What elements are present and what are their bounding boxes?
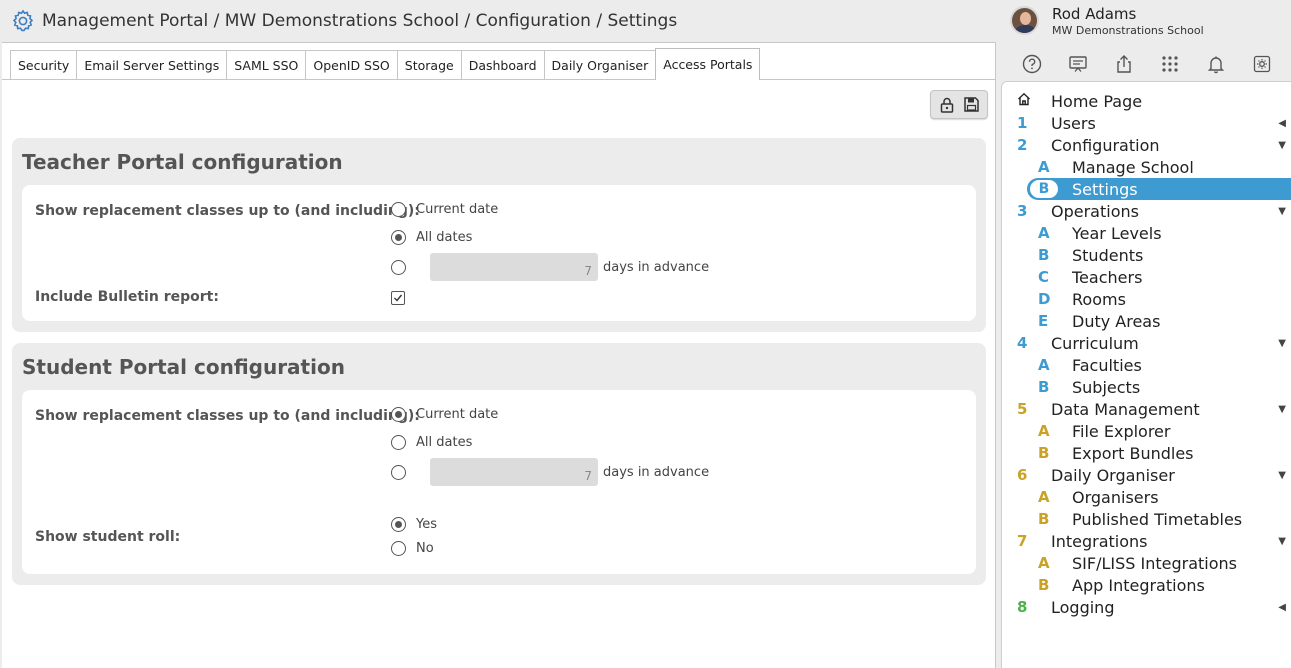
sidebar-item-manage-school[interactable]: A Manage School bbox=[1002, 156, 1291, 178]
tab-saml-sso[interactable]: SAML SSO bbox=[226, 50, 307, 80]
tab-divider bbox=[2, 79, 995, 80]
tab-storage[interactable]: Storage bbox=[396, 50, 462, 80]
user-school: MW Demonstrations School bbox=[1052, 24, 1204, 37]
teacher-radio-current-date[interactable] bbox=[391, 202, 406, 217]
student-option-current-label: Current date bbox=[416, 407, 499, 422]
bulletin-label: Include Bulletin report: bbox=[35, 289, 219, 305]
sidebar-item-data-management[interactable]: 5 Data Management ▼ bbox=[1002, 398, 1291, 420]
student-days-suffix: days in advance bbox=[603, 464, 710, 480]
teacher-radio-all-dates[interactable] bbox=[391, 230, 406, 245]
chevron-left-icon: ◀ bbox=[1278, 601, 1286, 613]
sidebar-item-students[interactable]: B Students bbox=[1002, 244, 1291, 266]
sidebar-item-integrations[interactable]: 7 Integrations ▼ bbox=[1002, 530, 1291, 552]
sidebar-item-subjects[interactable]: B Subjects bbox=[1002, 376, 1291, 398]
student-portal-form: Show replacement classes up to (and incl… bbox=[22, 390, 976, 574]
teacher-option-all-dates: All dates bbox=[391, 230, 472, 245]
sidebar-item-logging[interactable]: 8 Logging ◀ bbox=[1002, 596, 1291, 618]
header-bar: Management Portal / MW Demonstrations Sc… bbox=[0, 0, 996, 42]
chevron-down-icon: ▼ bbox=[1278, 469, 1286, 481]
sidebar-item-settings[interactable]: B Settings bbox=[1027, 178, 1291, 200]
sidebar-item-faculties[interactable]: A Faculties bbox=[1002, 354, 1291, 376]
student-radio-days[interactable] bbox=[391, 464, 406, 480]
tab-openid-sso[interactable]: OpenID SSO bbox=[305, 50, 398, 80]
sidebar-nav: Home Page 1 Users ◀ 2 Configuration ▼ A … bbox=[1001, 81, 1291, 668]
student-roll-label: Show student roll: bbox=[35, 529, 181, 545]
student-radio-all-dates[interactable] bbox=[391, 435, 406, 450]
teacher-option-days: days in advance bbox=[391, 253, 709, 281]
sidebar-item-curriculum[interactable]: 4 Curriculum ▼ bbox=[1002, 332, 1291, 354]
teacher-days-input[interactable] bbox=[430, 253, 598, 281]
home-icon bbox=[1017, 92, 1037, 110]
tab-email-server-settings[interactable]: Email Server Settings bbox=[76, 50, 228, 80]
student-replacement-label: Show replacement classes up to (and incl… bbox=[35, 408, 420, 424]
bulletin-checkbox[interactable] bbox=[391, 291, 405, 305]
sidebar-item-file-explorer[interactable]: A File Explorer bbox=[1002, 420, 1291, 442]
student-portal-title: Student Portal configuration bbox=[22, 355, 345, 379]
chevron-left-icon: ◀ bbox=[1278, 117, 1286, 129]
tab-bar: Security Email Server Settings SAML SSO … bbox=[10, 48, 761, 80]
sidebar-item-users[interactable]: 1 Users ◀ bbox=[1002, 112, 1291, 134]
tab-dashboard[interactable]: Dashboard bbox=[460, 50, 545, 80]
lock-icon[interactable] bbox=[938, 96, 956, 114]
student-option-all-label: All dates bbox=[416, 435, 473, 450]
sidebar-item-sif-liss-integrations[interactable]: A SIF/LISS Integrations bbox=[1002, 552, 1291, 574]
chevron-down-icon: ▼ bbox=[1278, 403, 1286, 415]
save-icon[interactable] bbox=[962, 96, 980, 114]
gear-icon bbox=[10, 8, 36, 34]
settings-icon[interactable] bbox=[1239, 52, 1285, 76]
teacher-days-suffix: days in advance bbox=[603, 259, 710, 275]
save-toolbar bbox=[930, 90, 988, 119]
avatar bbox=[1010, 6, 1039, 35]
sidebar-item-export-bundles[interactable]: B Export Bundles bbox=[1002, 442, 1291, 464]
student-roll-radio-yes[interactable] bbox=[391, 517, 406, 532]
teacher-replacement-label: Show replacement classes up to (and incl… bbox=[35, 203, 420, 219]
main-panel: Security Email Server Settings SAML SSO … bbox=[2, 42, 996, 668]
sidebar-item-duty-areas[interactable]: E Duty Areas bbox=[1002, 310, 1291, 332]
sidebar-item-app-integrations[interactable]: B App Integrations bbox=[1002, 574, 1291, 596]
user-info[interactable]: Rod Adams MW Demonstrations School bbox=[1010, 6, 1204, 37]
student-portal-section: Student Portal configuration Show replac… bbox=[12, 343, 986, 585]
sidebar-item-organisers[interactable]: A Organisers bbox=[1002, 486, 1291, 508]
student-roll-yes-label: Yes bbox=[416, 517, 437, 532]
share-icon[interactable] bbox=[1101, 52, 1147, 76]
page-title: Management Portal / MW Demonstrations Sc… bbox=[42, 11, 678, 31]
student-radio-current-date[interactable] bbox=[391, 407, 406, 422]
presentation-icon[interactable] bbox=[1055, 52, 1101, 76]
tab-security[interactable]: Security bbox=[10, 50, 78, 80]
sidebar-item-published-timetables[interactable]: B Published Timetables bbox=[1002, 508, 1291, 530]
sidebar-item-home-page[interactable]: Home Page bbox=[1002, 90, 1291, 112]
student-roll-radio-no[interactable] bbox=[391, 541, 406, 556]
sidebar-item-daily-organiser[interactable]: 6 Daily Organiser ▼ bbox=[1002, 464, 1291, 486]
teacher-option-all-label: All dates bbox=[416, 230, 473, 245]
chevron-down-icon: ▼ bbox=[1278, 139, 1286, 151]
student-roll-yes: Yes bbox=[391, 517, 437, 532]
teacher-portal-title: Teacher Portal configuration bbox=[22, 150, 343, 174]
apps-grid-icon[interactable] bbox=[1147, 52, 1193, 76]
sidebar-item-rooms[interactable]: D Rooms bbox=[1002, 288, 1291, 310]
student-days-input[interactable] bbox=[430, 458, 598, 486]
teacher-option-current-date: Current date bbox=[391, 202, 498, 217]
icon-toolbar bbox=[1009, 52, 1291, 76]
chevron-down-icon: ▼ bbox=[1278, 337, 1286, 349]
student-option-current-date: Current date bbox=[391, 407, 498, 422]
teacher-radio-days[interactable] bbox=[391, 259, 406, 275]
tab-daily-organiser[interactable]: Daily Organiser bbox=[543, 50, 657, 80]
teacher-portal-section: Teacher Portal configuration Show replac… bbox=[12, 138, 986, 332]
teacher-portal-form: Show replacement classes up to (and incl… bbox=[22, 185, 976, 321]
help-icon[interactable] bbox=[1009, 52, 1055, 76]
student-option-days: days in advance bbox=[391, 458, 709, 486]
student-roll-no-label: No bbox=[416, 541, 434, 556]
student-option-all-dates: All dates bbox=[391, 435, 472, 450]
sidebar-item-operations[interactable]: 3 Operations ▼ bbox=[1002, 200, 1291, 222]
chevron-down-icon: ▼ bbox=[1278, 535, 1286, 547]
bell-icon[interactable] bbox=[1193, 52, 1239, 76]
user-name: Rod Adams bbox=[1052, 5, 1137, 23]
sidebar-item-configuration[interactable]: 2 Configuration ▼ bbox=[1002, 134, 1291, 156]
student-roll-no: No bbox=[391, 541, 434, 556]
sidebar-item-teachers[interactable]: C Teachers bbox=[1002, 266, 1291, 288]
chevron-down-icon: ▼ bbox=[1278, 205, 1286, 217]
teacher-option-current-label: Current date bbox=[416, 202, 499, 217]
tab-access-portals[interactable]: Access Portals bbox=[655, 48, 761, 80]
sidebar-item-year-levels[interactable]: A Year Levels bbox=[1002, 222, 1291, 244]
